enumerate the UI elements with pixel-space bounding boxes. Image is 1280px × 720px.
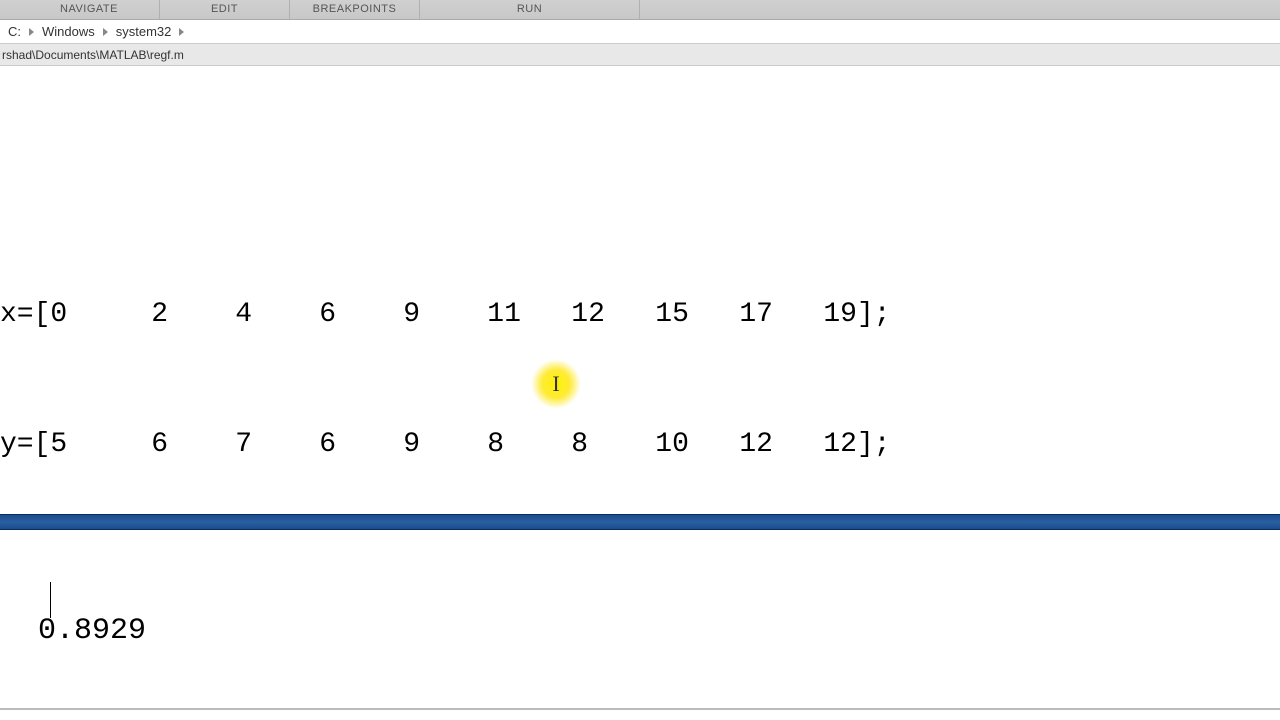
lint-warning-icon <box>20 382 37 406</box>
breadcrumb-part1[interactable]: Windows <box>38 24 99 39</box>
command-output: 0.8929 <box>38 614 146 648</box>
tab-run[interactable]: RUN <box>420 0 640 19</box>
breadcrumb-root[interactable]: C: <box>4 24 25 39</box>
status-divider <box>0 708 1280 710</box>
tab-navigate[interactable]: NAVIGATE <box>0 0 160 19</box>
code-editor[interactable]: x=[0 2 4 6 9 11 12 15 17 19]; y=[5 6 7 6… <box>0 66 1280 514</box>
tab-edit[interactable]: EDIT <box>160 0 290 19</box>
lint-warning-icon <box>38 513 55 514</box>
breadcrumb-part2[interactable]: system32 <box>112 24 176 39</box>
address-bar[interactable]: C: Windows system32 <box>0 20 1280 44</box>
toolstrip: NAVIGATE EDIT BREAKPOINTS RUN <box>0 0 1280 20</box>
tab-breakpoints[interactable]: BREAKPOINTS <box>290 0 420 19</box>
text-cursor <box>50 582 51 618</box>
panel-divider[interactable] <box>0 514 1280 530</box>
chevron-right-icon <box>179 28 184 36</box>
command-window[interactable]: 0.8929 <box>0 530 1280 710</box>
chevron-right-icon <box>29 28 34 36</box>
file-tab-bar: rshad\Documents\MATLAB\regf.m <box>0 44 1280 66</box>
chevron-right-icon <box>103 28 108 36</box>
code-line[interactable]: y=[5 6 7 6 9 8 8 10 12 12]; <box>0 423 1280 466</box>
code-line[interactable]: x=[0 2 4 6 9 11 12 15 17 19]; <box>0 293 1280 336</box>
text-cursor-highlight: I <box>530 360 582 408</box>
file-path-label: rshad\Documents\MATLAB\regf.m <box>2 48 184 62</box>
